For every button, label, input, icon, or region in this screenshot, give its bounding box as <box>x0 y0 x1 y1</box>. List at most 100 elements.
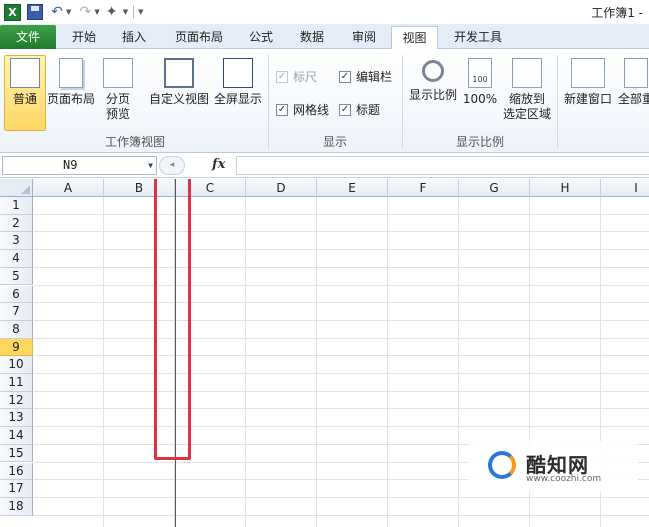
tab-insert[interactable]: 插入 <box>110 26 158 49</box>
page-layout-view-button[interactable]: 页面布局 <box>46 58 96 107</box>
row-header-18[interactable]: 18 <box>0 497 33 516</box>
row-header-1[interactable]: 1 <box>0 197 33 215</box>
column-gridline <box>103 197 104 527</box>
new-window-button[interactable]: 新建窗口 <box>562 58 614 107</box>
name-box-value: N9 <box>63 158 78 172</box>
watermark: 酷知网 www.coozhi.com <box>468 441 638 491</box>
headings-checkbox[interactable]: ✓ 标题 <box>339 101 380 118</box>
name-box-dropdown-icon[interactable]: ▼ <box>148 157 153 174</box>
tab-review[interactable]: 审阅 <box>340 26 388 49</box>
customize-qat-icon[interactable]: ▼ <box>138 8 143 16</box>
magnifier-icon <box>422 60 444 82</box>
group-label-workbook-views: 工作簿视图 <box>104 135 165 149</box>
row-gridline <box>33 408 649 410</box>
row-header-7[interactable]: 7 <box>0 303 33 321</box>
zoom-100-label: 100% <box>462 92 498 106</box>
zoom-selection-label-2: 选定区域 <box>502 107 551 121</box>
column-header-f[interactable]: F <box>388 179 459 197</box>
arrange-all-button[interactable]: 全部重 <box>616 58 649 107</box>
select-all-corner[interactable] <box>0 179 33 197</box>
row-header-8[interactable]: 8 <box>0 320 33 339</box>
normal-view-button[interactable]: 普通 <box>4 55 46 131</box>
page-break-preview-button[interactable]: 分页 预览 <box>100 58 136 122</box>
row-header-11[interactable]: 11 <box>0 374 33 392</box>
zoom-label: 显示比例 <box>408 88 457 102</box>
row-gridline <box>33 266 649 268</box>
formula-bar-check-icon: ✓ <box>339 70 351 83</box>
ruler-check-icon: ✓ <box>276 70 288 83</box>
redo-dropdown-icon[interactable]: ▼ <box>94 8 99 16</box>
customize-wand-icon[interactable]: ✦ <box>106 4 122 20</box>
arrange-all-icon <box>624 58 648 88</box>
row-header-14[interactable]: 14 <box>0 427 33 445</box>
group-separator <box>557 55 558 149</box>
column-header-g[interactable]: G <box>459 179 530 197</box>
page-break-icon <box>103 58 133 88</box>
page-break-label-2: 预览 <box>105 107 130 121</box>
undo-icon[interactable]: ↶ <box>49 4 65 20</box>
ruler-checkbox[interactable]: ✓ 标尺 <box>276 68 317 85</box>
tab-file[interactable]: 文件 <box>0 25 56 49</box>
row-header-2[interactable]: 2 <box>0 214 33 233</box>
row-gridline <box>33 496 649 498</box>
name-box[interactable]: N9 ▼ <box>2 156 157 175</box>
row-header-9[interactable]: 9 <box>0 338 33 357</box>
row-header-13[interactable]: 13 <box>0 409 33 428</box>
row-gridline <box>33 284 649 286</box>
row-header-6[interactable]: 6 <box>0 285 33 304</box>
full-screen-button[interactable]: 全屏显示 <box>212 58 264 107</box>
row-header-16[interactable]: 16 <box>0 462 33 481</box>
column-header-d[interactable]: D <box>246 179 317 197</box>
row-header-5[interactable]: 5 <box>0 267 33 286</box>
tab-view[interactable]: 视图 <box>391 26 438 50</box>
row-gridline <box>33 302 649 304</box>
row-gridline <box>33 213 649 215</box>
row-header-15[interactable]: 15 <box>0 444 33 463</box>
row-gridline <box>33 249 649 251</box>
row-gridline <box>33 231 649 233</box>
zoom-to-selection-button[interactable]: 缩放到 选定区域 <box>500 58 554 122</box>
coozhi-logo-icon <box>488 451 516 479</box>
row-header-10[interactable]: 10 <box>0 356 33 374</box>
formula-bar-checkbox[interactable]: ✓ 编辑栏 <box>339 68 392 85</box>
tab-data[interactable]: 数据 <box>288 26 336 49</box>
row-header-17[interactable]: 17 <box>0 480 33 498</box>
tab-home[interactable]: 开始 <box>60 26 108 49</box>
formula-bar-expand-icon[interactable]: ◂ <box>159 156 185 175</box>
custom-views-button[interactable]: 自定义视图 <box>148 58 210 107</box>
gridlines-check-icon: ✓ <box>276 103 288 116</box>
group-separator <box>402 55 403 149</box>
wand-dropdown-icon[interactable]: ▼ <box>123 8 128 16</box>
column-header-h[interactable]: H <box>530 179 601 197</box>
normal-view-icon <box>10 58 40 88</box>
row-gridline <box>33 426 649 428</box>
row-header-12[interactable]: 12 <box>0 391 33 410</box>
row-header-4[interactable]: 4 <box>0 250 33 268</box>
save-icon[interactable] <box>27 4 43 20</box>
tab-developer[interactable]: 开发工具 <box>444 26 512 49</box>
zoom-button[interactable]: 显示比例 <box>408 58 458 103</box>
zoom-100-button[interactable]: 100 100% <box>462 58 498 107</box>
formula-bar: N9 ▼ ◂ fx <box>0 154 649 178</box>
annotation-highlight-box <box>154 179 191 460</box>
row-gridline <box>33 514 649 516</box>
redo-icon[interactable]: ↷ <box>77 4 93 20</box>
column-header-i[interactable]: I <box>601 179 649 197</box>
formula-input[interactable] <box>236 156 649 175</box>
tab-page-layout[interactable]: 页面布局 <box>163 26 235 49</box>
column-header-e[interactable]: E <box>317 179 388 197</box>
excel-logo-icon[interactable]: X <box>4 3 21 21</box>
column-header-a[interactable]: A <box>33 179 104 197</box>
undo-dropdown-icon[interactable]: ▼ <box>66 8 71 16</box>
ribbon-tabs: 文件 开始 插入 页面布局 公式 数据 审阅 视图 开发工具 <box>0 24 649 50</box>
row-header-3[interactable]: 3 <box>0 232 33 251</box>
window-title: 工作簿1 - <box>591 6 643 20</box>
tab-formulas[interactable]: 公式 <box>238 26 284 49</box>
watermark-url: www.coozhi.com <box>526 474 602 484</box>
gridlines-checkbox[interactable]: ✓ 网格线 <box>276 101 329 118</box>
insert-function-icon[interactable]: fx <box>212 157 225 172</box>
full-screen-icon <box>223 58 253 88</box>
column-gridline <box>316 197 317 527</box>
formula-bar-label: 编辑栏 <box>356 70 393 84</box>
group-label-show: 显示 <box>322 135 347 149</box>
